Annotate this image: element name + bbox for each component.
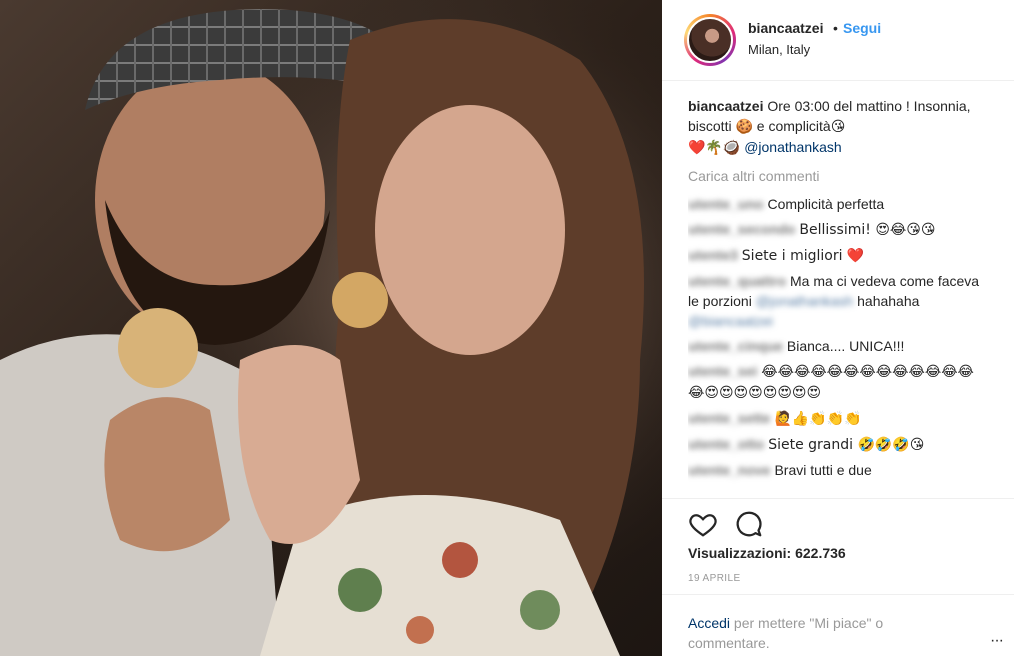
caption-text-2: e complicità xyxy=(752,118,831,134)
comment-item: utente_sette 🙋👍👏👏👏 xyxy=(688,408,988,429)
comment-text: Bellissimi! 😍😂😘😘 xyxy=(799,222,936,238)
comment-username[interactable]: utente_otto xyxy=(688,436,764,452)
comment-item: utente_cinque Bianca.... UNICA!!! xyxy=(688,336,988,356)
comment-mention[interactable]: @jonathankash xyxy=(756,293,854,309)
caption-emoji-line: ❤️🌴🥥 xyxy=(688,140,741,156)
login-prompt-text: Accedi per mettere "Mi piace" o commenta… xyxy=(688,613,948,653)
more-options-icon[interactable]: ··· xyxy=(990,632,1004,650)
comment-item: utente_secondo Bellissimi! 😍😂😘😘 xyxy=(688,219,988,240)
login-link[interactable]: Accedi xyxy=(688,615,730,631)
caption-username[interactable]: biancaatzei xyxy=(688,98,763,114)
comment-username[interactable]: utente_cinque xyxy=(688,338,783,354)
comment-username[interactable]: utente_secondo xyxy=(688,221,795,237)
comment-mention[interactable]: @biancaatzei xyxy=(688,313,773,329)
comment-text: Siete i migliori ❤️ xyxy=(741,248,865,264)
comment-item: utente_otto Siete grandi 🤣🤣🤣😘 xyxy=(688,434,988,455)
separator-dot: • xyxy=(833,20,838,36)
photo-illustration xyxy=(0,0,662,656)
comment-text-2: hahahaha xyxy=(857,293,920,309)
like-button[interactable] xyxy=(688,509,718,539)
comment-item: utente_nove Bravi tutti e due xyxy=(688,460,988,480)
comments-list[interactable]: biancaatzei Ore 03:00 del mattino ! Inso… xyxy=(688,96,988,492)
load-more-comments[interactable]: Carica altri commenti xyxy=(688,166,988,186)
instagram-post: biancaatzei • Segui Milan, Italy biancaa… xyxy=(0,0,1014,656)
comment-username[interactable]: utente_sette xyxy=(688,410,770,426)
comment-text: Siete grandi 🤣🤣🤣😘 xyxy=(768,437,925,453)
comment-username[interactable]: utente_quattro xyxy=(688,273,786,289)
post-actions: Visualizzazioni: 622.736 19 APRILE xyxy=(662,498,1014,599)
comment-username[interactable]: utente_nove xyxy=(688,462,770,478)
post-sidebar: biancaatzei • Segui Milan, Italy biancaa… xyxy=(662,0,1014,656)
speech-bubble-icon xyxy=(736,511,762,537)
comment-button[interactable] xyxy=(734,509,764,539)
comment-item: utente3 Siete i migliori ❤️ xyxy=(688,245,988,266)
post-caption: biancaatzei Ore 03:00 del mattino ! Inso… xyxy=(688,96,988,158)
login-prompt: Accedi per mettere "Mi piace" o commenta… xyxy=(662,594,1014,657)
heart-outline-icon xyxy=(689,514,717,537)
avatar-story-ring[interactable] xyxy=(684,14,736,66)
post-photo[interactable] xyxy=(0,0,662,656)
views-count[interactable]: Visualizzazioni: 622.736 xyxy=(688,545,846,561)
comment-item: utente_uno Complicità perfetta xyxy=(688,194,988,214)
comment-username[interactable]: utente3 xyxy=(688,247,738,263)
comment-text: Complicità perfetta xyxy=(767,196,885,212)
header-username[interactable]: biancaatzei xyxy=(748,20,823,36)
follow-button[interactable]: Segui xyxy=(843,20,881,36)
post-header: biancaatzei • Segui Milan, Italy xyxy=(662,0,1014,81)
post-date[interactable]: 19 APRILE xyxy=(688,573,741,584)
comment-username[interactable]: utente_sei xyxy=(688,363,757,379)
caption-mention[interactable]: @jonathankash xyxy=(744,139,842,155)
comment-text: 🙋👍👏👏👏 xyxy=(774,411,862,427)
kiss-emoji: 😘 xyxy=(830,119,846,135)
location-link[interactable]: Milan, Italy xyxy=(748,42,810,57)
comment-username[interactable]: utente_uno xyxy=(688,196,763,212)
comment-item: utente_sei 😂😂😂😂😂😂😂😂😂😂😂😂😂😂😍😍😍😍😍😍😍😍 xyxy=(688,361,988,403)
avatar[interactable] xyxy=(687,17,733,63)
comment-item: utente_quattro Ma ma ci vedeva come facev… xyxy=(688,271,988,331)
comment-text: Bravi tutti e due xyxy=(774,462,872,478)
comment-text: Bianca.... UNICA!!! xyxy=(786,338,905,354)
cookie-emoji: 🍪 xyxy=(735,119,753,135)
